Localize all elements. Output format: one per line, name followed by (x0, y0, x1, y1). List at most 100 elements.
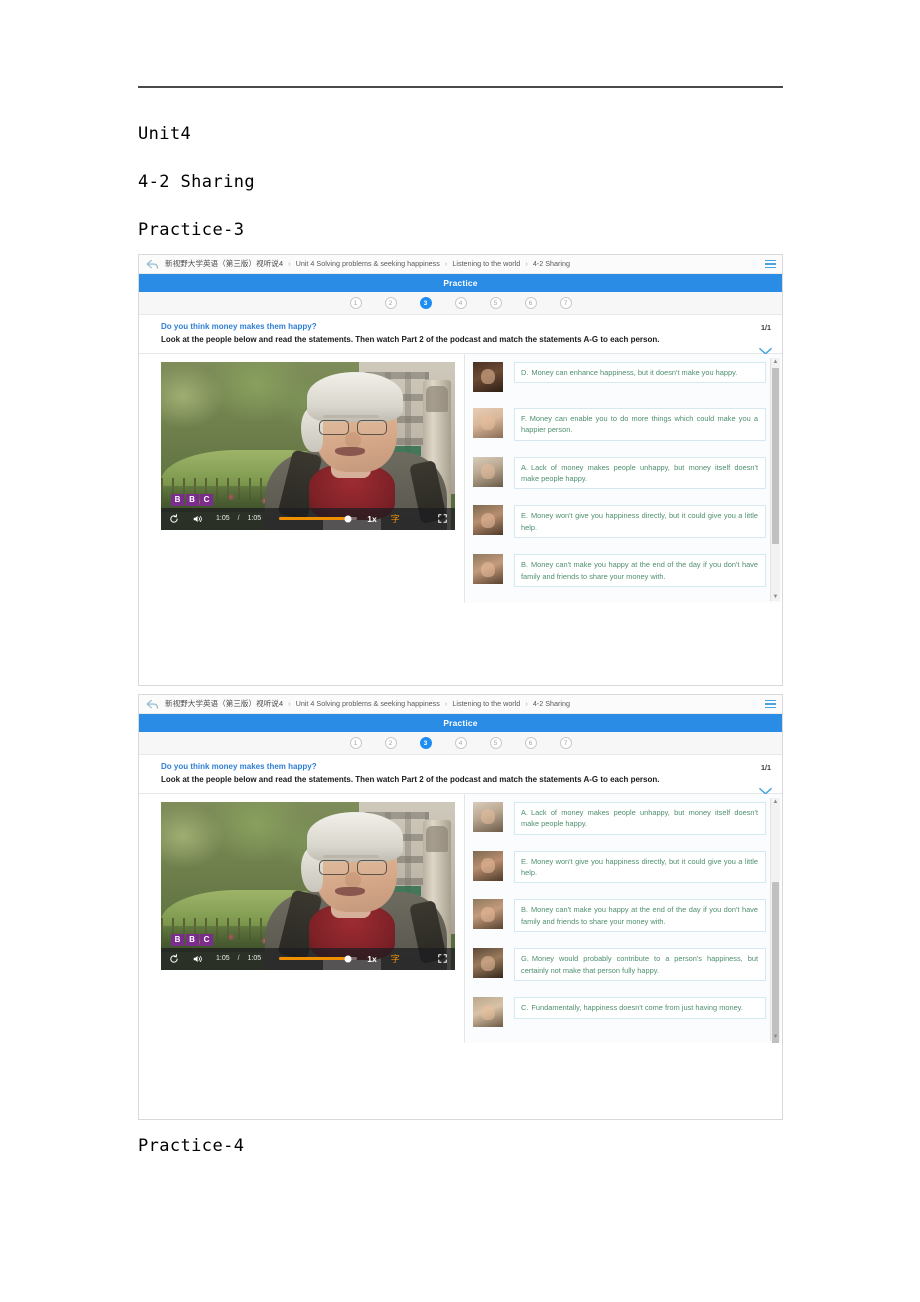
statement-text: Money won't give you happiness directly,… (521, 511, 758, 532)
person-thumbnail[interactable] (473, 899, 503, 930)
statement-letter: B. (521, 560, 528, 570)
statement-text: Fundamentally, happiness doesn't come fr… (531, 1003, 743, 1013)
hamburger-menu-icon[interactable] (765, 260, 776, 268)
breadcrumb-item-1[interactable]: Unit 4 Solving problems & seeking happin… (296, 700, 440, 707)
statement-item[interactable]: A. Lack of money makes people unhappy, bu… (473, 801, 766, 835)
video-player[interactable]: B B C 1:05 / 1:05 1x 字 (161, 801, 455, 970)
statement-item[interactable]: D. Money can enhance happiness, but it do… (473, 361, 766, 392)
breadcrumb-item-0[interactable]: 新视野大学英语（第三版）视听说4 (165, 700, 283, 708)
statement-text-box[interactable]: F. Money can enable you to do more things… (514, 407, 766, 441)
video-progress-slider[interactable] (279, 955, 358, 963)
playback-speed-button[interactable]: 1x (367, 514, 377, 524)
breadcrumb-item-3[interactable]: 4-2 Sharing (533, 260, 570, 267)
step-2[interactable]: 2 (384, 297, 397, 309)
statement-text-box[interactable]: D. Money can enhance happiness, but it do… (514, 361, 766, 384)
breadcrumb-separator: › (444, 699, 448, 709)
step-6[interactable]: 6 (524, 297, 537, 309)
person-thumbnail[interactable] (473, 554, 503, 585)
playback-speed-button[interactable]: 1x (367, 954, 377, 964)
step-7[interactable]: 7 (559, 737, 572, 749)
person-thumbnail[interactable] (473, 801, 503, 832)
statement-text-box[interactable]: C. Fundamentally, happiness doesn't come … (514, 997, 766, 1019)
embedded-screenshot-practice-3-scrolled: 新视野大学英语（第三版）视听说4 › Unit 4 Solving proble… (138, 694, 783, 1120)
replay-icon[interactable] (169, 953, 179, 964)
breadcrumb-item-1[interactable]: Unit 4 Solving problems & seeking happin… (296, 260, 440, 267)
breadcrumb-item-2[interactable]: Listening to the world (452, 700, 520, 707)
step-4[interactable]: 4 (454, 737, 467, 749)
header-rule (138, 86, 783, 88)
statement-item[interactable]: G. Money would probably contribute to a p… (473, 948, 766, 982)
subtitle-toggle-icon[interactable]: 字 (391, 512, 400, 525)
statement-text-box[interactable]: G. Money would probably contribute to a p… (514, 948, 766, 982)
video-player[interactable]: B B C 1:05 / 1:05 1x 字 (161, 361, 455, 530)
breadcrumb-item-2[interactable]: Listening to the world (452, 260, 520, 267)
back-arrow-icon[interactable] (146, 699, 159, 710)
statement-text: Money won't give you happiness directly,… (521, 856, 758, 877)
hamburger-menu-icon[interactable] (765, 700, 776, 708)
heading-section: 4-2 Sharing (138, 172, 255, 192)
statements-scrollbar[interactable]: ▲ ▼ (770, 357, 780, 602)
volume-on-icon[interactable] (193, 954, 203, 964)
fullscreen-icon[interactable] (438, 514, 447, 523)
subtitle-toggle-icon[interactable]: 字 (391, 952, 400, 965)
scrollbar-thumb[interactable] (772, 881, 779, 1044)
person-thumbnail[interactable] (473, 850, 503, 881)
step-5[interactable]: 5 (489, 297, 502, 309)
heading-unit: Unit4 (138, 124, 192, 144)
person-thumbnail[interactable] (473, 361, 503, 392)
video-pane: B B C 1:05 / 1:05 1x 字 (139, 353, 464, 604)
volume-on-icon[interactable] (193, 514, 203, 524)
heading-practice-4: Practice-4 (138, 1136, 245, 1156)
statement-item[interactable]: A. Lack of money makes people unhappy, bu… (473, 456, 766, 490)
replay-icon[interactable] (169, 513, 179, 524)
fullscreen-icon[interactable] (438, 954, 447, 963)
statement-text-box[interactable]: E. Money won't give you happiness directl… (514, 505, 766, 539)
person-thumbnail[interactable] (473, 407, 503, 438)
scroll-up-icon[interactable]: ▲ (771, 358, 780, 366)
person-thumbnail[interactable] (473, 948, 503, 979)
statement-text: Money can enable you to do more things w… (521, 413, 758, 435)
step-1[interactable]: 1 (349, 297, 362, 309)
statement-item[interactable]: C. Fundamentally, happiness doesn't come … (473, 997, 766, 1028)
step-5[interactable]: 5 (489, 737, 502, 749)
step-1[interactable]: 1 (349, 737, 362, 749)
statement-text-box[interactable]: B. Money can't make you happy at the end … (514, 899, 766, 933)
statements-scrollbar[interactable]: ▲ ▼ (770, 797, 780, 1044)
breadcrumb: 新视野大学英语（第三版）视听说4 › Unit 4 Solving proble… (139, 255, 782, 274)
breadcrumb-item-3[interactable]: 4-2 Sharing (533, 700, 570, 707)
statement-item[interactable]: B. Money can't make you happy at the end … (473, 554, 766, 588)
video-progress-handle[interactable] (344, 515, 352, 523)
person-thumbnail[interactable] (473, 997, 503, 1028)
step-7[interactable]: 7 (559, 297, 572, 309)
video-interviewee (257, 802, 455, 970)
statement-text-box[interactable]: A. Lack of money makes people unhappy, bu… (514, 456, 766, 490)
step-2[interactable]: 2 (384, 737, 397, 749)
statement-item[interactable]: E. Money won't give you happiness directl… (473, 505, 766, 539)
step-4[interactable]: 4 (454, 297, 467, 309)
video-pane: B B C 1:05 / 1:05 1x 字 (139, 793, 464, 1044)
back-arrow-icon[interactable] (146, 259, 159, 270)
scroll-down-icon[interactable]: ▼ (771, 1033, 780, 1041)
step-6[interactable]: 6 (524, 737, 537, 749)
statement-item[interactable]: E. Money won't give you happiness directl… (473, 850, 766, 884)
statement-text-box[interactable]: A. Lack of money makes people unhappy, bu… (514, 801, 766, 835)
video-progress-slider[interactable] (279, 515, 358, 523)
statement-text-box[interactable]: E. Money won't give you happiness directl… (514, 850, 766, 884)
statement-item[interactable]: F. Money can enable you to do more things… (473, 407, 766, 441)
step-3[interactable]: 3 (419, 297, 432, 309)
statement-item[interactable]: B. Money can't make you happy at the end … (473, 899, 766, 933)
statement-text-box[interactable]: B. Money can't make you happy at the end … (514, 554, 766, 588)
scroll-down-icon[interactable]: ▼ (771, 593, 780, 601)
scroll-up-icon[interactable]: ▲ (771, 798, 780, 806)
breadcrumb-separator: › (525, 259, 528, 269)
statement-letter: E. (521, 511, 528, 521)
step-3[interactable]: 3 (419, 737, 432, 749)
video-progress-handle[interactable] (344, 955, 352, 963)
statement-letter: B. (521, 905, 528, 915)
video-progress-fill (279, 517, 348, 520)
person-thumbnail[interactable] (473, 505, 503, 536)
scrollbar-thumb[interactable] (772, 367, 779, 544)
practice-content: B B C (139, 352, 782, 604)
breadcrumb-item-0[interactable]: 新视野大学英语（第三版）视听说4 (165, 260, 283, 268)
person-thumbnail[interactable] (473, 456, 503, 487)
